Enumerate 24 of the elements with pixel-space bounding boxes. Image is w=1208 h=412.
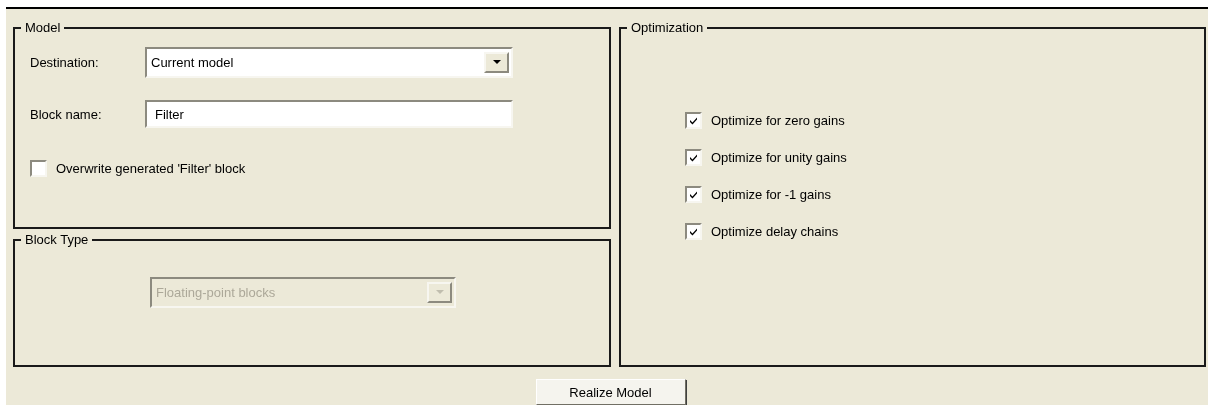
checkbox-label: Overwrite generated 'Filter' block — [56, 161, 246, 176]
checkbox-label: Optimize for unity gains — [711, 150, 847, 165]
group-title: Model — [24, 21, 62, 35]
checkbox-label: Optimize delay chains — [711, 224, 839, 239]
checkbox[interactable] — [685, 112, 702, 129]
checkmark-icon — [689, 153, 698, 162]
group-title: Block Type — [24, 233, 90, 247]
checkmark-icon — [689, 116, 698, 125]
realize-model-button[interactable]: Realize Model — [535, 379, 686, 405]
checkbox[interactable] — [685, 223, 702, 240]
dropdown-value: Current model — [150, 55, 235, 70]
checkbox-label: Optimize for -1 gains — [711, 187, 831, 202]
field-label: Destination: — [29, 55, 100, 70]
input-field[interactable]: Filter — [145, 100, 513, 128]
field-label: Block name: — [29, 106, 103, 122]
dropdown[interactable]: Current model — [145, 47, 513, 78]
checkbox[interactable] — [685, 186, 702, 203]
checkbox[interactable] — [30, 160, 47, 177]
checkmark-icon — [689, 190, 698, 199]
checkbox[interactable] — [685, 149, 702, 166]
checkbox-label: Optimize for zero gains — [711, 113, 845, 128]
checkmark-icon — [689, 227, 698, 236]
group-title: Optimization — [630, 21, 705, 35]
dropdown-value: Floating-point blocks — [155, 285, 277, 300]
